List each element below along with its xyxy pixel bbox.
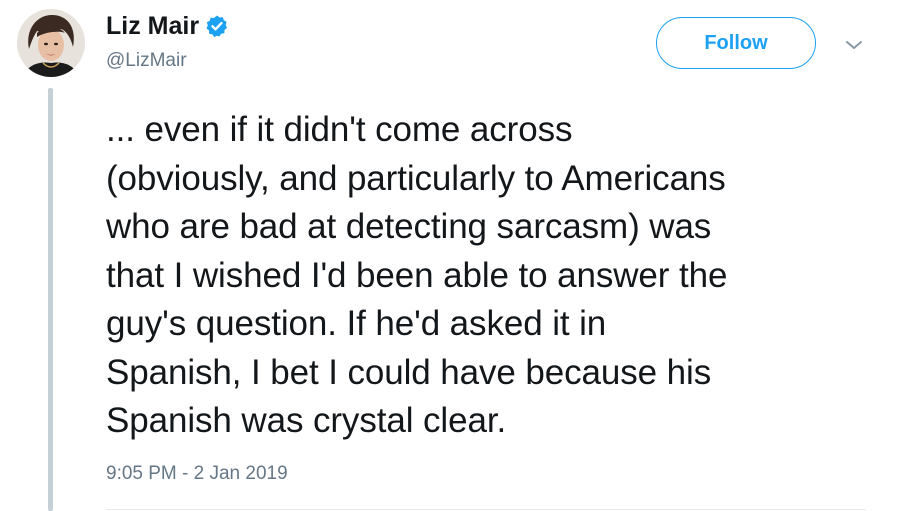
chevron-down-icon[interactable]	[844, 38, 864, 52]
display-name[interactable]: Liz Mair	[106, 10, 199, 42]
tweet-text: ... even if it didn't come across (obvio…	[106, 106, 886, 446]
avatar[interactable]	[17, 9, 85, 77]
user-handle[interactable]: @LizMair	[106, 49, 187, 73]
follow-button[interactable]: Follow	[656, 17, 816, 69]
tweet-timestamp[interactable]: 9:05 PM - 2 Jan 2019	[106, 462, 288, 486]
profile-photo-icon	[17, 9, 85, 77]
tweet: Liz Mair @LizMair Follow ... even if it …	[0, 0, 900, 511]
tweet-text-line: guy's question. If he'd asked it in	[106, 304, 607, 343]
thread-line	[48, 88, 53, 511]
tweet-text-line: Spanish was crystal clear.	[106, 401, 507, 440]
tweet-text-line: ... even if it didn't come across	[106, 110, 573, 149]
author-name-row[interactable]: Liz Mair	[106, 10, 229, 42]
tweet-text-line: who are bad at detecting sarcasm) was	[106, 207, 712, 246]
divider	[106, 509, 866, 510]
tweet-text-line: (obviously, and particularly to American…	[106, 158, 726, 198]
verified-badge-icon	[205, 14, 229, 38]
tweet-text-line: Spanish, I bet I could have because his	[106, 352, 712, 392]
tweet-text-line: that I wished I'd been able to answer th…	[106, 255, 728, 295]
